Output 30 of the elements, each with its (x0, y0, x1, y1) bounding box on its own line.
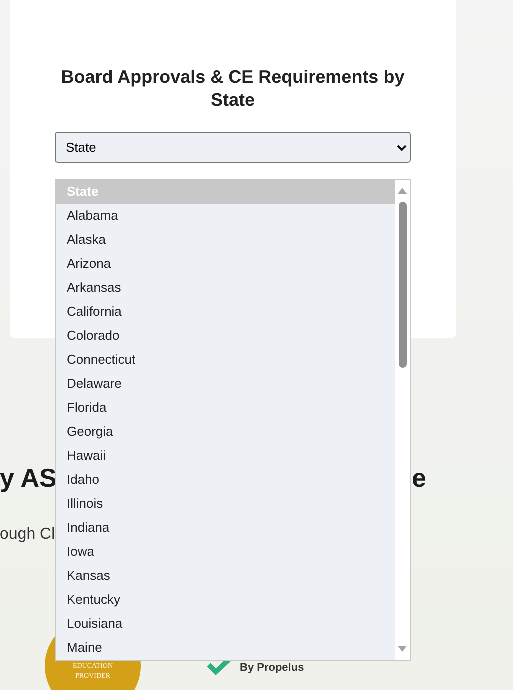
dropdown-option[interactable]: Indiana (56, 516, 395, 540)
dropdown-option[interactable]: Colorado (56, 324, 395, 348)
state-select[interactable]: State (55, 132, 411, 163)
dropdown-option[interactable]: Delaware (56, 372, 395, 396)
dropdown-option[interactable]: Alaska (56, 228, 395, 252)
section-heading: e (412, 462, 426, 494)
dropdown-option[interactable]: Hawaii (56, 444, 395, 468)
section-text: ough Cl (0, 525, 52, 545)
dropdown-option[interactable]: Alabama (56, 204, 395, 228)
dropdown-option[interactable]: Louisiana (56, 612, 395, 636)
dropdown-option[interactable]: Georgia (56, 420, 395, 444)
chevron-down-icon (397, 144, 407, 152)
dropdown-option[interactable]: Arkansas (56, 276, 395, 300)
scroll-down-icon[interactable] (398, 646, 407, 652)
check-icon (207, 659, 231, 675)
dropdown-option[interactable]: Connecticut (56, 348, 395, 372)
broker-tagline: By Propelus (240, 661, 304, 676)
dropdown-option[interactable]: Illinois (56, 492, 395, 516)
dropdown-option[interactable]: Kentucky (56, 588, 395, 612)
section-heading: y AS (0, 462, 54, 494)
dropdown-option[interactable]: Kansas (56, 564, 395, 588)
dropdown-option[interactable]: Arizona (56, 252, 395, 276)
card-title: Board Approvals & CE Requirements by State (60, 66, 406, 112)
scroll-up-icon[interactable] (398, 188, 407, 194)
dropdown-option[interactable]: Maine (56, 636, 395, 660)
dropdown-option[interactable]: Iowa (56, 540, 395, 564)
scrollbar-thumb[interactable] (398, 202, 406, 368)
dropdown-option[interactable]: Florida (56, 396, 395, 420)
dropdown-option[interactable]: California (56, 300, 395, 324)
dropdown-option[interactable]: Idaho (56, 468, 395, 492)
